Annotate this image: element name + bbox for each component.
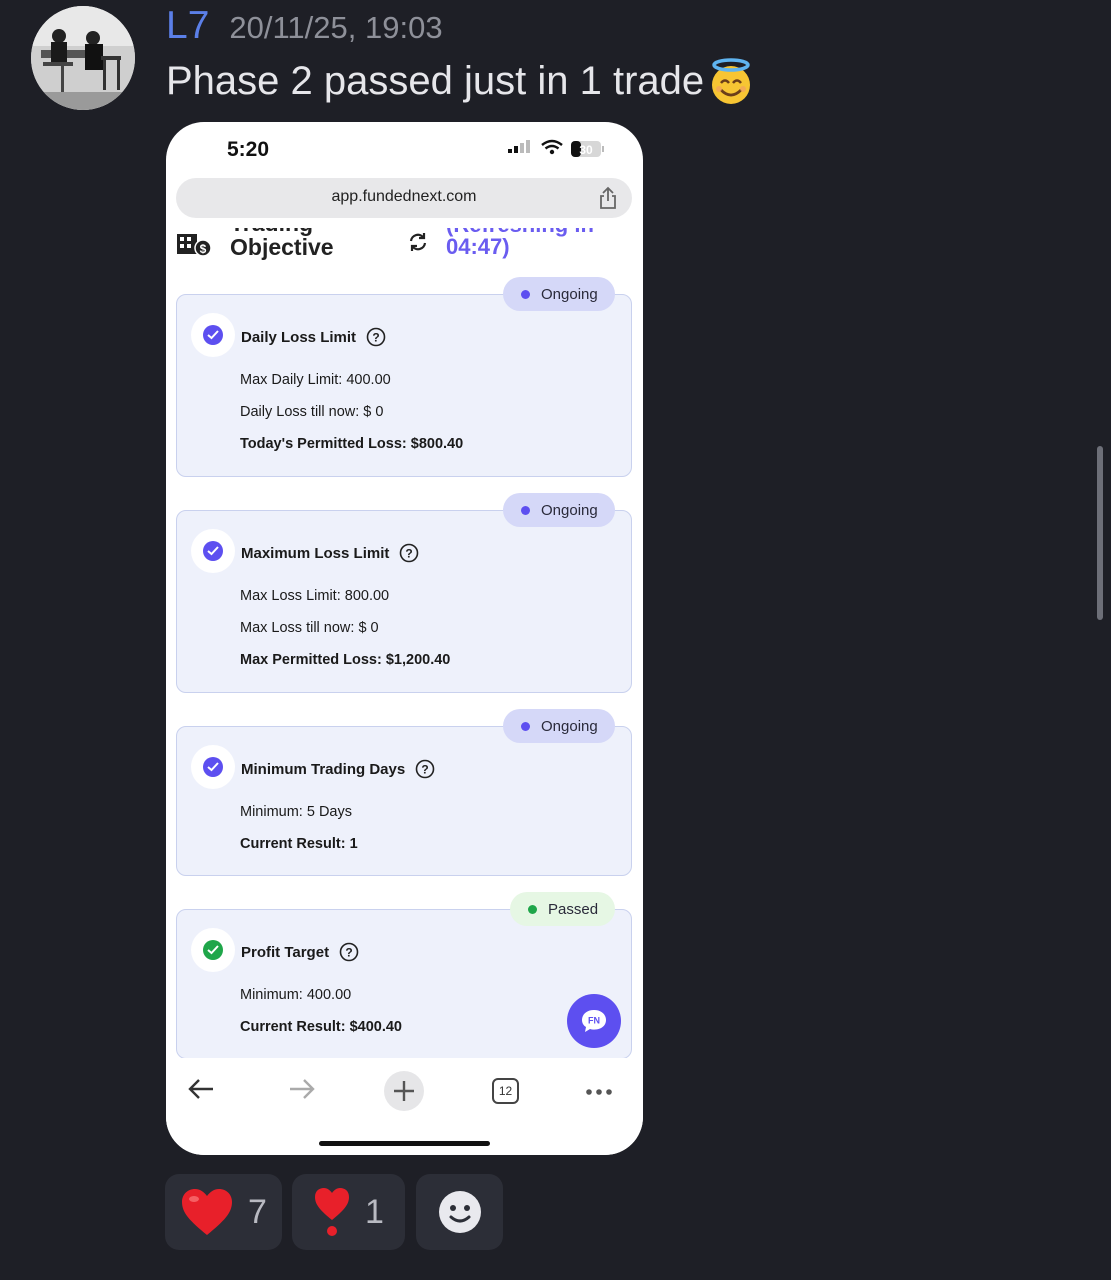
card-title: Maximum Loss Limit ? (241, 543, 419, 563)
phone-screenshot[interactable]: 5:20 30 app.fundednext.com $ Objective 0… (166, 122, 643, 1155)
status-badge-passed: Passed (510, 892, 615, 926)
objective-header: $ Trading Objective (Refreshing in 04:47… (166, 228, 643, 268)
card-title: Daily Loss Limit ? (241, 327, 386, 347)
refresh-countdown: 04:47) (446, 234, 510, 259)
message-body: Phase 2 passed just in 1 trade (166, 58, 705, 103)
check-icon (203, 541, 223, 561)
svg-text:30: 30 (579, 143, 593, 157)
chat-support-button[interactable]: FN (567, 994, 621, 1048)
status-badge: Ongoing (503, 277, 615, 311)
objective-title: Objective (230, 234, 334, 260)
message-timestamp: 20/11/25, 19:03 (229, 10, 443, 45)
check-icon (203, 325, 223, 345)
status-dot (521, 505, 530, 515)
status-dot (528, 904, 537, 914)
message-header: L7 20/11/25, 19:03 (166, 4, 443, 50)
forward-arrow-icon[interactable] (287, 1076, 317, 1102)
help-icon[interactable]: ? (399, 543, 419, 563)
svg-text:?: ? (422, 763, 429, 777)
check-icon (203, 757, 223, 777)
battery-icon: 30 (571, 141, 604, 157)
status-badge: Ongoing (503, 709, 615, 743)
svg-text:?: ? (406, 547, 413, 561)
add-reaction-smiley-icon (438, 1191, 481, 1233)
more-menu-icon[interactable] (585, 1088, 615, 1096)
help-icon[interactable]: ? (366, 327, 386, 347)
status-dot (521, 721, 530, 731)
card-line: Current Result: 1 (240, 836, 358, 852)
help-icon[interactable]: ? (415, 759, 435, 779)
signal-icon (508, 140, 530, 153)
card-line: Daily Loss till now: $ 0 (240, 404, 384, 420)
browser-url-bar[interactable]: app.fundednext.com (176, 178, 632, 218)
home-indicator (319, 1141, 490, 1146)
user-avatar[interactable] (31, 6, 135, 110)
objective-card-profit-target: Profit Target ? Minimum: 400.00 Current … (176, 909, 632, 1058)
red-heart-icon (182, 1189, 233, 1235)
share-icon[interactable] (598, 186, 618, 210)
building-dollar-icon: $ (177, 234, 212, 257)
add-reaction-button[interactable] (416, 1174, 503, 1250)
status-icons: 30 (506, 139, 610, 166)
card-line: Max Daily Limit: 400.00 (240, 372, 391, 388)
status-time: 5:20 (227, 138, 270, 161)
status-badge: Ongoing (503, 493, 615, 527)
chat-bubble-icon: FN (582, 1010, 606, 1032)
message-text: Phase 2 passed just in 1 trade (166, 56, 756, 106)
card-line: Minimum: 400.00 (240, 987, 352, 1003)
card-line: Today's Permitted Loss: $800.40 (240, 436, 464, 452)
status-dot (521, 289, 530, 299)
card-line: Max Permitted Loss: $1,200.40 (240, 652, 451, 668)
web-page[interactable]: $ Trading Objective (Refreshing in 04:47… (166, 228, 643, 1058)
refresh-icon[interactable] (406, 230, 430, 254)
back-arrow-icon[interactable] (186, 1076, 216, 1102)
heart-exclamation-icon (315, 1188, 350, 1236)
card-title: Profit Target ? (241, 942, 359, 962)
card-line: Max Loss Limit: 800.00 (240, 588, 390, 604)
svg-text:FN: FN (588, 1016, 600, 1026)
svg-text:$: $ (200, 242, 207, 256)
card-line: Current Result: $400.40 (240, 1019, 402, 1035)
svg-text:?: ? (372, 331, 379, 345)
reaction-count: 1 (365, 1192, 384, 1231)
help-icon[interactable]: ? (339, 942, 359, 962)
card-line: Minimum: 5 Days (240, 804, 352, 820)
svg-text:?: ? (345, 946, 352, 960)
username[interactable]: L7 (166, 4, 209, 48)
objective-card-maximum-loss: Maximum Loss Limit ? Max Loss Limit: 800… (176, 510, 632, 693)
reaction-count: 7 (248, 1192, 267, 1231)
objective-card-min-trading-days: Minimum Trading Days ? Minimum: 5 Days C… (176, 726, 632, 876)
reaction-heart-exclamation[interactable]: 1 (292, 1174, 405, 1250)
scrollbar[interactable] (1097, 446, 1103, 620)
objective-card-daily-loss: Daily Loss Limit ? Max Daily Limit: 400.… (176, 294, 632, 477)
check-icon (203, 940, 223, 960)
card-line: Max Loss till now: $ 0 (240, 620, 379, 636)
url-text: app.fundednext.com (331, 188, 477, 205)
tabs-count-button[interactable]: 12 (492, 1078, 519, 1104)
smiling-face-with-halo-icon (712, 58, 751, 104)
reaction-heart[interactable]: 7 (165, 1174, 282, 1250)
card-title: Minimum Trading Days ? (241, 759, 435, 779)
wifi-icon (541, 139, 563, 155)
new-tab-icon[interactable] (383, 1071, 425, 1111)
avatar-photo (31, 6, 135, 110)
